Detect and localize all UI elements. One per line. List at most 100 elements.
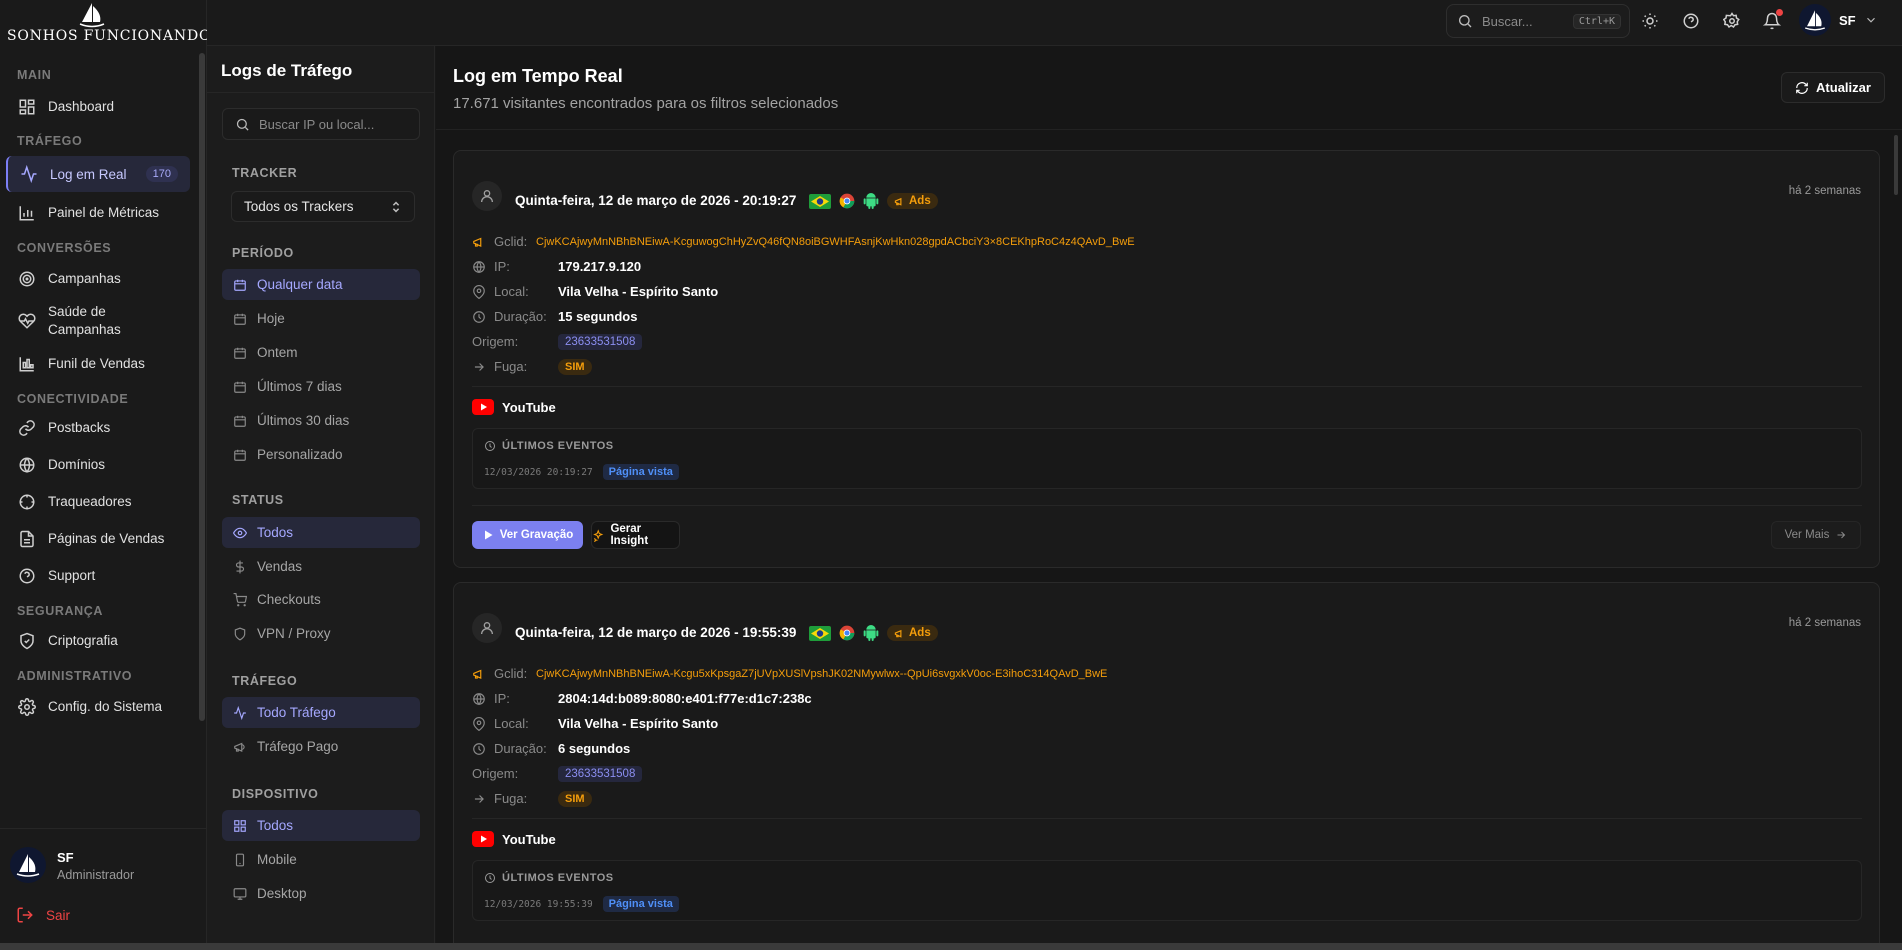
filter-label-periodo: PERÍODO [232,246,294,260]
periodo-option-personalizado[interactable]: Personalizado [222,439,420,470]
horizontal-scrollbar[interactable] [0,943,1902,950]
main-scrollbar[interactable] [1894,135,1898,195]
trafego-option-pago[interactable]: Tráfego Pago [222,731,420,762]
divider [207,92,435,93]
sidebar-item-traqueadores[interactable]: Traqueadores [0,483,196,520]
clock-icon [485,873,495,883]
origem-row: Origem: 23633531508 [472,333,643,350]
periodo-option-30dias[interactable]: Últimos 30 dias [222,405,420,436]
traffic-source: YouTube [472,831,556,847]
search-icon [1459,15,1472,28]
sidebar-item-label: Domínios [48,457,106,472]
visit-card: Quinta-feira, 12 de março de 2026 - 20:1… [453,150,1880,568]
duracao-label: Duração: [494,741,547,756]
gclid-value: CjwKCAjwyMnNBhBNEiwA-KcguwogChHyZvQ46fQN… [536,235,1135,248]
sidebar-item-criptografia[interactable]: Criptografia [0,622,196,659]
sidebar-scrollbar[interactable] [199,53,205,721]
sidebar-item-dominios[interactable]: Domínios [0,446,196,483]
tracker-select[interactable]: Todos os Trackers [231,191,415,222]
sidebar-item-saude-campanhas[interactable]: Saúde de Campanhas [0,297,196,345]
dispositivo-option-desktop[interactable]: Desktop [222,878,420,909]
ip-label: IP: [494,691,510,706]
refresh-button[interactable]: Atualizar [1781,72,1885,103]
option-label: Todos [257,525,294,540]
duracao-row: Duração: 15 segundos [472,309,637,324]
sidebar-item-label: Páginas de Vendas [48,531,165,546]
local-label: Local: [494,284,529,299]
dispositivo-option-todos[interactable]: Todos [222,810,420,841]
sidebar-item-painel-metricas[interactable]: Painel de Métricas [0,194,196,231]
source-label: YouTube [502,831,556,847]
activity-icon [234,705,246,720]
chrome-icon [839,193,855,209]
chrome-icon [839,625,855,641]
visit-relative-time: há 2 semanas [1788,185,1861,197]
status-option-todos[interactable]: Todos [222,517,420,548]
filter-label-dispositivo: DISPOSITIVO [232,787,319,801]
divider [472,386,1862,387]
sidebar-item-log-real[interactable]: Log em Real 170 [6,156,190,192]
status-option-vpn[interactable]: VPN / Proxy [222,618,420,649]
user-initials: SF [57,850,74,865]
origem-value[interactable]: 23633531508 [558,765,643,782]
ip-label: IP: [494,259,510,274]
divider [472,818,1862,819]
cart-icon [233,592,247,606]
search-icon [236,118,249,131]
theme-toggle-button[interactable] [1638,9,1662,33]
sidebar-item-label: Log em Real [50,166,127,182]
page-header: Log em Tempo Real 17.671 visitantes enco… [436,46,1902,130]
ip-row: IP: 179.217.9.120 [472,259,641,274]
local-row: Local: Vila Velha - Espírito Santo [472,284,718,299]
sidebar-item-label: Criptografia [48,633,118,648]
dispositivo-option-mobile[interactable]: Mobile [222,844,420,875]
user-menu[interactable]: SF [1799,4,1878,36]
global-search[interactable]: Buscar... Ctrl+K [1446,4,1630,38]
button-label: Gerar Insight [610,523,649,547]
brand-logo[interactable]: Sonhos Funcionando [0,0,210,46]
periodo-option-ontem[interactable]: Ontem [222,337,420,368]
sidebar-item-support[interactable]: Support [0,557,196,594]
status-option-vendas[interactable]: Vendas [222,551,420,582]
view-more-button[interactable]: Ver Mais [1771,521,1861,549]
sidebar-item-postbacks[interactable]: Postbacks [0,409,196,446]
origem-value[interactable]: 23633531508 [558,333,643,350]
play-icon [484,530,493,540]
view-recording-button[interactable]: Ver Gravação [472,521,583,549]
periodo-option-hoje[interactable]: Hoje [222,303,420,334]
sidebar-item-config-sistema[interactable]: Config. do Sistema [0,688,196,725]
section-administrativo: ADMINISTRATIVO [17,669,133,683]
periodo-option-qualquer[interactable]: Qualquer data [222,269,420,300]
avatar[interactable] [10,847,46,883]
sidebar-item-funil-vendas[interactable]: Funil de Vendas [0,345,196,382]
sidebar-nav[interactable]: MAIN Dashboard TRÁFEGO Log em Real 170 P… [0,52,196,827]
fuga-label: Fuga: [494,791,528,806]
button-label: Ver Mais [1784,529,1830,541]
visit-badges: Ads [809,624,938,642]
trafego-option-todo[interactable]: Todo Tráfego [222,697,420,728]
brand-name: Sonhos Funcionando [7,28,212,44]
events-panel: ÚLTIMOS EVENTOS 12/03/2026 19:55:39 Pági… [472,860,1862,921]
duracao-row: Duração: 6 segundos [472,741,630,756]
calendar-icon [234,415,246,427]
shield-icon [20,632,34,649]
periodo-option-7dias[interactable]: Últimos 7 dias [222,371,420,402]
sidebar-item-campanhas[interactable]: Campanhas [0,260,196,297]
help-button[interactable] [1679,9,1703,33]
logout-button[interactable]: Sair [16,906,70,924]
gclid-row: Gclid: CjwKCAjwyMnNBhBNEiwA-KcguwogChHyZ… [472,234,1135,249]
local-label: Local: [494,716,529,731]
ads-label: Ads [909,627,931,639]
sidebar-user-card: SF Administrador Sair [0,828,206,950]
sidebar-item-paginas-vendas[interactable]: Páginas de Vendas [0,520,196,557]
sidebar-item-dashboard[interactable]: Dashboard [0,88,196,125]
status-option-checkouts[interactable]: Checkouts [222,584,420,615]
clock-icon [473,310,485,323]
option-label: Checkouts [257,592,321,607]
notifications-button[interactable] [1760,9,1784,33]
ip-search-input[interactable]: Buscar IP ou local... [222,108,420,140]
dashboard-icon [19,99,35,114]
sailboat-logo-icon [79,3,105,28]
settings-button[interactable] [1720,9,1744,33]
generate-insight-button[interactable]: Gerar Insight [591,521,680,549]
